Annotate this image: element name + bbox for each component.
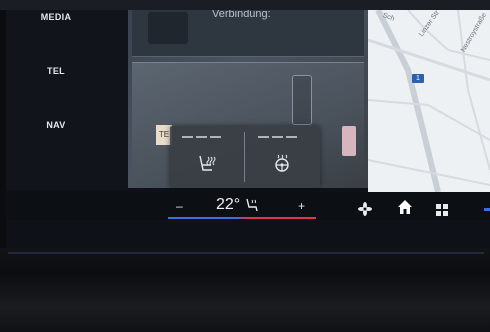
steering-heating-button[interactable] [252,146,312,180]
connection-subtitle: Verbindung: [212,10,271,20]
home-icon [398,200,412,214]
temp-increase-button[interactable]: + [298,200,305,212]
climate-bar: – 22° + [6,192,490,220]
fan-icon[interactable] [358,202,372,216]
temperature-value[interactable]: 22° [216,197,240,213]
bezel-edge [8,252,484,254]
steering-wheel-heating-icon [275,154,289,172]
apps-grid-icon[interactable] [436,204,448,216]
connection-card[interactable]: Verbindung: [132,10,364,57]
display-screen: MEDIA TEL NAV Verbindung: TE Sch Linzer … [6,10,490,248]
steering-heating-level [258,136,297,138]
seat-heating-icon [199,155,216,171]
media-thumbnail [148,12,188,44]
highlight-tile [342,126,356,156]
seat-icon[interactable] [244,197,260,213]
left-nav-rail: MEDIA TEL NAV [6,10,128,190]
heating-popup [170,126,320,188]
rail-item-tel[interactable]: TEL [6,66,106,76]
route-number-badge: 1 [412,74,424,83]
placeholder-frame [292,75,312,125]
bottom-bezel [0,248,490,332]
navigation-map[interactable]: Sch Linzer Str Nestroystraße 1 [368,10,490,192]
rail-item-nav[interactable]: NAV [6,120,106,130]
screen-edge-accent [484,208,490,211]
temperature-slider[interactable] [168,217,316,219]
temp-decrease-button[interactable]: – [176,200,183,212]
seat-heating-level [182,136,221,138]
top-frame [0,0,490,10]
home-button[interactable] [388,194,422,220]
seat-heating-button[interactable] [177,146,237,180]
rail-item-media[interactable]: MEDIA [6,12,106,22]
popup-divider [244,132,245,182]
